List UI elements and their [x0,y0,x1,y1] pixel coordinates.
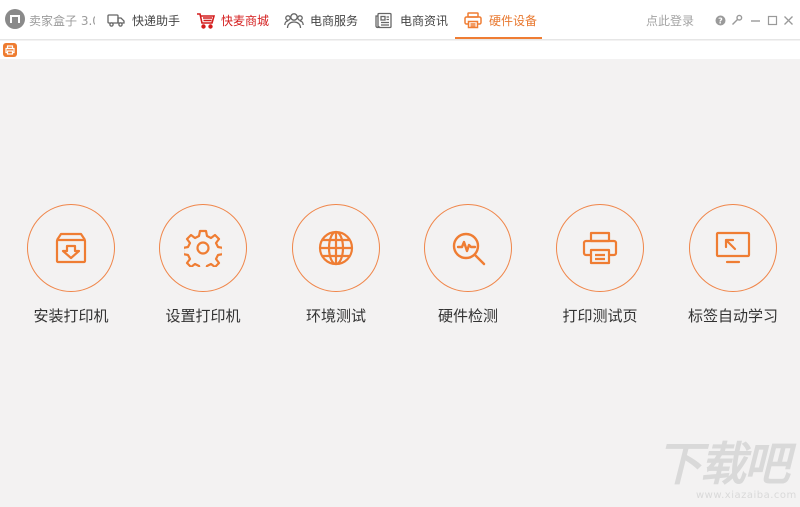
tool-install-printer[interactable]: 安装打印机 [11,204,131,334]
watermark-logo: 下载吧 www.xiazaiba.com [656,440,798,506]
tool-label: 设置打印机 [165,307,241,325]
login-link[interactable]: 点此登录 [646,12,694,29]
printer-icon [463,10,483,30]
close-icon[interactable] [781,13,795,27]
minimize-icon[interactable] [748,13,762,27]
globe-icon [292,204,380,292]
tab-label: 快麦商城 [221,13,270,28]
magnifier-pulse-icon [424,204,512,292]
tool-print-test-page[interactable]: 打印测试页 [540,204,660,334]
tool-label: 环境测试 [305,307,366,325]
watermark-text: 下载吧 [656,437,790,491]
tab-label: 快递助手 [132,13,181,28]
app-logo-icon [5,9,25,29]
watermark-url: www.xiazaiba.com [696,490,797,501]
gear-icon [159,204,247,292]
tab-label: 硬件设备 [489,13,538,28]
cart-icon [195,10,215,30]
tab-kuaimai-mall[interactable]: 快麦商城 [195,0,269,40]
help-icon[interactable]: ? [713,13,727,27]
tab-ecommerce-news[interactable]: 电商资讯 [374,0,448,40]
tool-label: 硬件检测 [437,307,498,325]
install-box-icon [27,204,115,292]
printer-shortcut-icon[interactable] [3,43,17,57]
tool-hardware-check[interactable]: 硬件检测 [408,204,528,334]
maximize-icon[interactable] [765,13,779,27]
monitor-arrow-icon [689,204,777,292]
settings-wrench-icon[interactable] [730,13,744,27]
title-bar: 卖家盒子 3.0 快递助手 快麦商城 电商服务 电商资讯 硬件设备 点此登录 ? [0,0,800,40]
truck-icon [106,10,126,30]
users-icon [284,10,304,30]
tool-environment-test[interactable]: 环境测试 [276,204,396,334]
tab-label: 电商服务 [310,13,359,28]
tab-ecommerce-service[interactable]: 电商服务 [284,0,358,40]
tool-label: 安装打印机 [33,307,109,325]
tool-label: 标签自动学习 [687,307,778,325]
tab-label: 电商资讯 [400,13,449,28]
printer-icon [556,204,644,292]
tool-label: 打印测试页 [562,307,638,325]
svg-text:?: ? [718,16,723,25]
app-title: 卖家盒子 3.0 [29,14,95,28]
sub-toolbar [0,41,800,59]
tool-printer-settings[interactable]: 设置打印机 [143,204,263,334]
tab-hardware-devices[interactable]: 硬件设备 [455,0,542,40]
tool-label-auto-learn[interactable]: 标签自动学习 [673,204,793,334]
newspaper-icon [374,10,394,30]
tab-express-assistant[interactable]: 快递助手 [106,0,180,40]
